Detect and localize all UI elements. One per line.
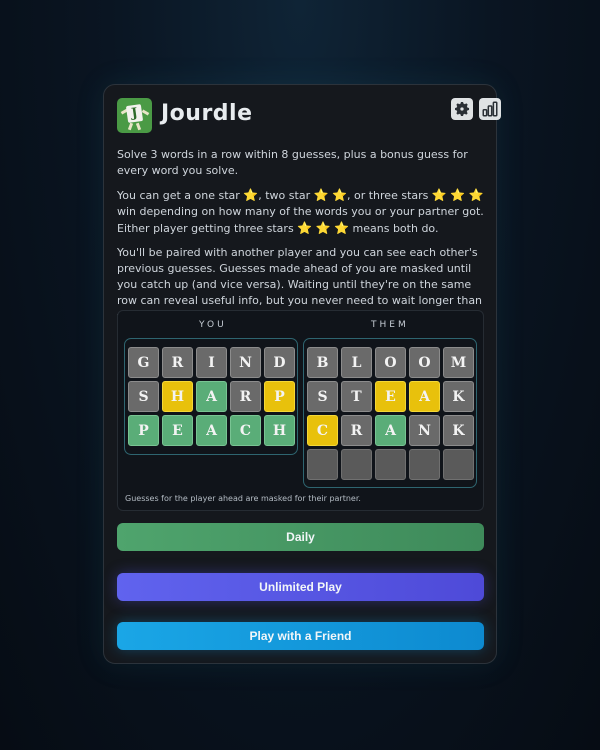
star-icon: ⭐	[243, 188, 259, 202]
you-tile: A	[196, 381, 227, 412]
example-board: YOU THEM GRINDSHARPPEACH BLOOMSTEAKCRANK…	[117, 310, 484, 511]
them-tile: S	[307, 381, 338, 412]
you-label: YOU	[199, 320, 227, 330]
settings-button[interactable]	[451, 98, 473, 120]
star-icon: ⭐	[450, 188, 466, 202]
gear-icon	[455, 102, 470, 116]
unlimited-play-button[interactable]: Unlimited Play	[117, 573, 484, 601]
you-tile: R	[230, 381, 261, 412]
you-tile: E	[162, 415, 193, 446]
you-tile: D	[264, 347, 295, 378]
them-tile: A	[409, 381, 440, 412]
them-tile: O	[409, 347, 440, 378]
them-tile	[375, 449, 406, 480]
stats-button[interactable]	[479, 98, 501, 120]
star-icon: ⭐	[468, 188, 484, 202]
them-tile: N	[409, 415, 440, 446]
them-tile: C	[307, 415, 338, 446]
them-tile: L	[341, 347, 372, 378]
them-tile: T	[341, 381, 372, 412]
instructions-paragraph-2: You can get a one star ⭐, two star ⭐ ⭐, …	[117, 188, 484, 235]
them-tile: R	[341, 415, 372, 446]
instructions-paragraph-1: Solve 3 words in a row within 8 guesses,…	[117, 148, 468, 177]
star-icon: ⭐	[313, 188, 329, 202]
star-icon: ⭐	[297, 221, 313, 235]
them-label: THEM	[371, 320, 409, 330]
app-logo: J	[117, 98, 152, 133]
you-tile: P	[264, 381, 295, 412]
star-icon: ⭐	[315, 221, 331, 235]
them-tile: M	[443, 347, 474, 378]
them-tile: O	[375, 347, 406, 378]
you-tile: H	[162, 381, 193, 412]
them-tile: A	[375, 415, 406, 446]
you-grid: GRINDSHARPPEACH	[124, 338, 298, 455]
them-tile	[341, 449, 372, 480]
you-tile: I	[196, 347, 227, 378]
game-card: J Jourdle Solve 3 words in a row within …	[103, 84, 501, 664]
you-tile: N	[230, 347, 261, 378]
star-icon: ⭐	[334, 221, 350, 235]
board-note: Guesses for the player ahead are masked …	[125, 494, 361, 503]
them-tile: K	[443, 381, 474, 412]
app-title: Jourdle	[161, 101, 253, 126]
daily-button[interactable]: Daily	[117, 523, 484, 551]
you-tile: C	[230, 415, 261, 446]
them-tile: E	[375, 381, 406, 412]
you-tile: A	[196, 415, 227, 446]
you-tile: R	[162, 347, 193, 378]
star-icon: ⭐	[332, 188, 347, 202]
star-icon: ⭐	[431, 188, 447, 202]
play-with-friend-button[interactable]: Play with a Friend	[117, 622, 484, 650]
them-tile: K	[443, 415, 474, 446]
instructions: Solve 3 words in a row within 8 guesses,…	[117, 147, 485, 333]
you-tile: P	[128, 415, 159, 446]
them-grid: BLOOMSTEAKCRANK	[303, 338, 477, 488]
them-tile	[307, 449, 338, 480]
header: J Jourdle	[117, 98, 501, 136]
them-tile	[409, 449, 440, 480]
them-tile	[443, 449, 474, 480]
bar-chart-icon	[482, 101, 498, 117]
them-tile: B	[307, 347, 338, 378]
you-tile: S	[128, 381, 159, 412]
you-tile: G	[128, 347, 159, 378]
you-tile: H	[264, 415, 295, 446]
